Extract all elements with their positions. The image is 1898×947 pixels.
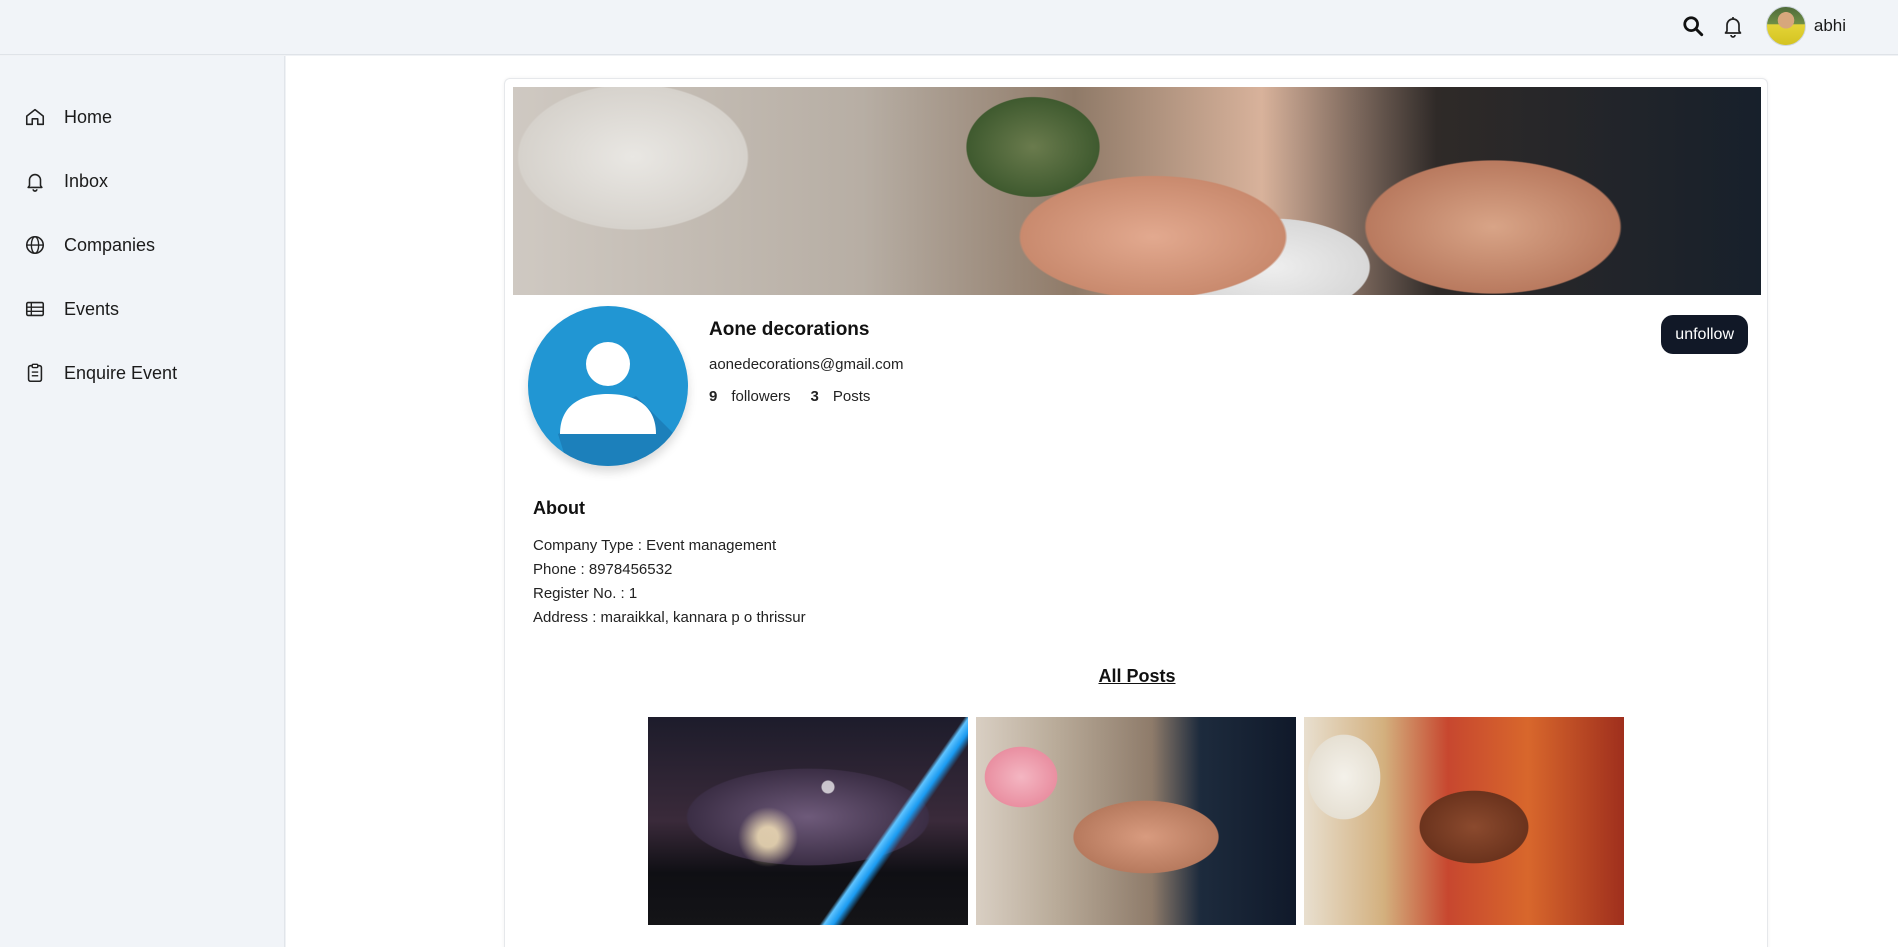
- phone: Phone : 8978456532: [533, 561, 673, 578]
- avatar[interactable]: [1765, 6, 1806, 46]
- home-icon: [25, 108, 45, 126]
- username[interactable]: abhi: [1814, 16, 1846, 36]
- followers-count: 9: [709, 388, 718, 405]
- main-content: Aone decorations aonedecorations@gmail.c…: [286, 56, 1898, 947]
- followers-label: followers: [731, 388, 791, 405]
- clipboard-icon: [27, 363, 43, 383]
- profile-picture: [528, 306, 688, 466]
- user-placeholder-icon: [558, 342, 688, 466]
- post-thumbnail[interactable]: [976, 717, 1296, 925]
- register-number: Register No. : 1: [533, 585, 638, 602]
- sidebar: Home Inbox Companies Events Enquire Even…: [0, 56, 285, 947]
- unfollow-button[interactable]: unfollow: [1661, 315, 1748, 354]
- sidebar-item-inbox[interactable]: Inbox: [24, 161, 108, 201]
- top-bar: abhi: [0, 0, 1898, 55]
- notification-bell-icon[interactable]: [1720, 13, 1746, 39]
- list-icon: [25, 301, 45, 317]
- profile-stats: 9 followers 3 Posts: [709, 388, 884, 405]
- sidebar-item-events[interactable]: Events: [24, 289, 119, 329]
- company-email: aonedecorations@gmail.com: [709, 356, 904, 373]
- all-posts-link[interactable]: All Posts: [505, 666, 1769, 687]
- address: Address : maraikkal, kannara p o thrissu…: [533, 609, 806, 626]
- posts-grid: [648, 717, 1624, 925]
- sidebar-item-label: Enquire Event: [64, 362, 178, 383]
- sidebar-item-label: Home: [64, 106, 113, 127]
- company-type: Company Type : Event management: [533, 537, 777, 554]
- sidebar-item-enquire-event[interactable]: Enquire Event: [24, 353, 177, 393]
- posts-count: 3: [810, 388, 819, 405]
- cover-photo: [513, 87, 1761, 295]
- company-profile-card: Aone decorations aonedecorations@gmail.c…: [504, 78, 1768, 947]
- posts-label: Posts: [832, 388, 871, 405]
- bell-icon: [27, 173, 43, 192]
- sidebar-item-label: Inbox: [64, 170, 109, 191]
- post-thumbnail[interactable]: [1304, 717, 1624, 925]
- sidebar-item-label: Events: [64, 298, 120, 319]
- top-actions: abhi: [1680, 0, 1846, 52]
- globe-icon: [25, 235, 45, 255]
- about-heading: About: [533, 498, 585, 518]
- post-thumbnail[interactable]: [648, 717, 968, 925]
- sidebar-item-companies[interactable]: Companies: [24, 225, 155, 265]
- user-menu[interactable]: abhi: [1765, 6, 1846, 46]
- sidebar-item-home[interactable]: Home: [24, 97, 112, 137]
- search-icon[interactable]: [1680, 13, 1706, 39]
- sidebar-item-label: Companies: [64, 234, 156, 255]
- company-name: Aone decorations: [709, 319, 870, 340]
